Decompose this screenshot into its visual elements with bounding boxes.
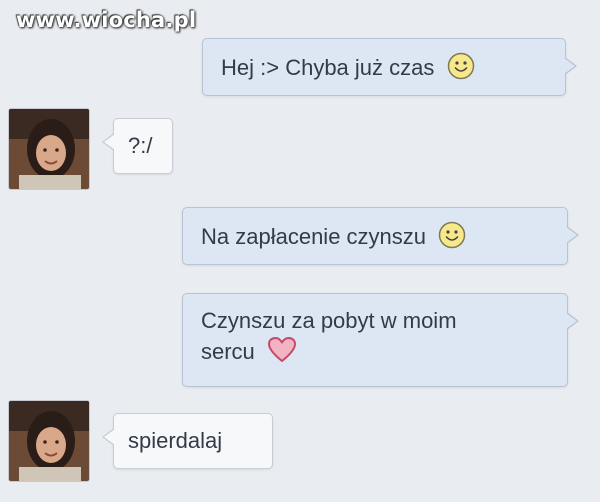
message-text-line-2-text: sercu: [201, 339, 255, 364]
message-bubble-outgoing-2[interactable]: Na zapłacenie czynszu: [182, 207, 579, 265]
message-bubble-incoming-1[interactable]: ?:/: [102, 118, 173, 174]
smiley-icon: [447, 52, 474, 80]
contact-avatar[interactable]: [8, 108, 90, 190]
smiley-icon: [438, 221, 466, 249]
message-text: ?:/: [128, 133, 153, 158]
message-text: Na zapłacenie czynszu: [201, 224, 427, 249]
message-text-line-2: sercu: [201, 336, 567, 367]
heart-icon: [267, 337, 296, 362]
message-bubble-outgoing-3[interactable]: Czynszu za pobyt w moim sercu: [182, 293, 579, 387]
message-text: Hej :> Chyba już czas: [221, 55, 435, 80]
message-text: spierdalaj: [128, 428, 223, 453]
message-text-line-1: Czynszu za pobyt w moim: [201, 308, 457, 333]
avatar-photo: [9, 401, 89, 481]
watermark: www.wiocha.pl: [16, 8, 197, 32]
avatar-photo: [9, 109, 89, 189]
contact-avatar[interactable]: [8, 400, 90, 482]
message-bubble-outgoing-1[interactable]: Hej :> Chyba już czas: [202, 38, 577, 96]
message-bubble-incoming-2[interactable]: spierdalaj: [102, 413, 273, 469]
